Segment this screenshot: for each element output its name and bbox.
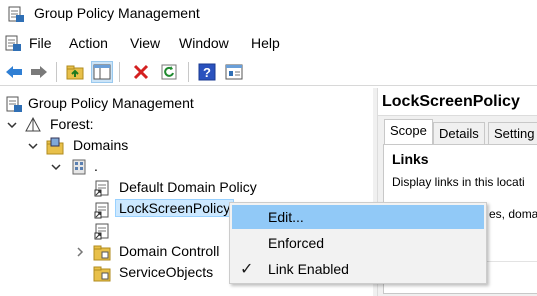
chevron-right-icon[interactable] — [74, 246, 86, 258]
gpmc-app-icon — [8, 6, 24, 22]
tree-node-domains[interactable]: Domains — [0, 136, 200, 156]
menu-item-edit-label: Edit... — [268, 209, 304, 225]
tree-node-root[interactable]: Group Policy Management — [0, 94, 200, 114]
domain-icon — [72, 159, 86, 175]
menu-view[interactable]: View — [130, 35, 160, 51]
details-header: LockScreenPolicy — [378, 88, 537, 116]
gpo-link-icon — [94, 223, 109, 240]
ou-folder-icon — [93, 266, 111, 282]
tree-node-gpo-default[interactable]: Default Domain Policy — [0, 178, 280, 198]
tree-gpo-lockscreen-label: LockScreenPolicy — [115, 199, 235, 217]
tab-settings[interactable]: Setting — [488, 122, 537, 144]
tree-node-gpo-lockscreen[interactable]: LockScreenPolicy — [0, 199, 240, 220]
tree-domains-label: Domains — [73, 137, 129, 153]
tree-domain-label: . — [94, 158, 98, 174]
chevron-down-icon[interactable] — [6, 119, 18, 131]
menu-item-edit[interactable]: Edit... — [232, 205, 484, 229]
tree-node-ou-serviceobjects[interactable]: ServiceObjects — [0, 263, 240, 283]
tab-details[interactable]: Details — [433, 122, 485, 144]
menu-item-enforced-label: Enforced — [268, 235, 325, 251]
gpo-link-icon — [94, 180, 109, 197]
back-icon — [6, 66, 22, 78]
tree-node-forest[interactable]: Forest: — [0, 115, 200, 135]
links-description: Display links in this locati — [392, 175, 525, 189]
up-folder-button[interactable] — [64, 61, 86, 83]
tree-gpo-default-label: Default Domain Policy — [119, 179, 257, 195]
back-button[interactable] — [3, 61, 25, 83]
properties-button[interactable] — [223, 61, 245, 83]
tree-ou-serviceobjects-label: ServiceObjects — [119, 264, 214, 280]
tree-ou-domain-controllers-label: Domain Controll — [119, 243, 220, 259]
delete-button[interactable] — [130, 61, 152, 83]
document-icon[interactable] — [4, 34, 22, 52]
properties-icon — [225, 64, 243, 80]
menu-action[interactable]: Action — [69, 35, 108, 51]
tab-scope[interactable]: Scope — [384, 119, 433, 145]
context-menu: Edit... Enforced ✓ Link Enabled — [229, 202, 487, 284]
menu-item-link-enabled[interactable]: ✓ Link Enabled — [232, 257, 484, 281]
menu-item-enforced[interactable]: Enforced — [232, 231, 484, 255]
show-hide-tree-button[interactable] — [91, 61, 113, 83]
forward-icon — [31, 66, 47, 78]
help-button[interactable]: ? — [196, 61, 218, 83]
details-tabs: Scope Details Setting — [378, 118, 537, 145]
toolbar-separator — [56, 62, 57, 82]
domains-icon — [46, 137, 64, 155]
toolbar-separator — [119, 62, 120, 82]
help-icon: ? — [198, 63, 216, 81]
gpo-link-icon — [94, 202, 109, 219]
menu-help[interactable]: Help — [251, 35, 280, 51]
forward-button[interactable] — [28, 61, 50, 83]
refresh-icon — [161, 64, 177, 80]
toolbar-separator — [188, 62, 189, 82]
menu-item-link-enabled-label: Link Enabled — [268, 261, 349, 277]
details-title: LockScreenPolicy — [382, 93, 520, 110]
menu-bar: File Action View Window Help — [0, 31, 537, 55]
up-folder-icon — [66, 65, 84, 80]
delete-icon — [133, 64, 149, 80]
show-hide-tree-icon — [93, 64, 111, 80]
forest-icon — [25, 116, 41, 132]
tree-root-label: Group Policy Management — [28, 95, 194, 111]
ou-folder-icon — [93, 245, 111, 261]
window-title: Group Policy Management — [34, 5, 200, 21]
menu-window[interactable]: Window — [179, 35, 229, 51]
checkmark-icon: ✓ — [240, 261, 254, 278]
refresh-button[interactable] — [158, 61, 180, 83]
gpmc-icon — [6, 96, 22, 112]
title-bar: Group Policy Management — [0, 0, 537, 28]
tree-node-ou-domain-controllers[interactable]: Domain Controll — [0, 242, 240, 262]
svg-text:?: ? — [203, 65, 211, 80]
chevron-down-icon[interactable] — [27, 140, 39, 152]
toolbar: ? — [0, 58, 537, 86]
links-location-fragment: es, doma — [489, 207, 537, 221]
menu-file[interactable]: File — [29, 35, 52, 51]
tree-node-domain[interactable]: . — [0, 157, 200, 177]
links-heading: Links — [392, 151, 429, 167]
tree-node-gpo-unnamed[interactable] — [0, 221, 140, 241]
chevron-down-icon[interactable] — [50, 161, 62, 173]
tree-forest-label: Forest: — [50, 116, 94, 132]
